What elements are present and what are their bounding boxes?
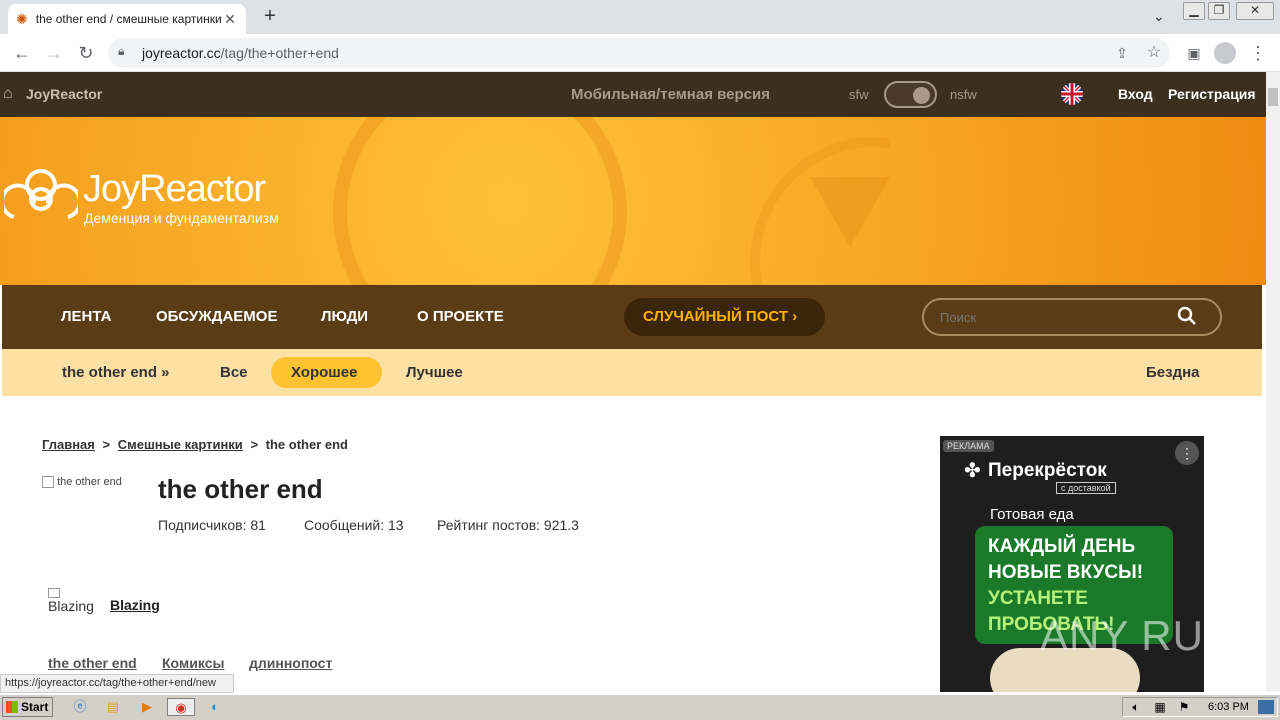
url-path: /tag/the+other+end <box>220 45 339 61</box>
breadcrumb: Главная > Смешные картинки > the other e… <box>42 437 348 452</box>
chevron-right-icon: › <box>792 308 798 325</box>
broken-image-icon <box>48 588 60 598</box>
tag-title: the other end <box>158 474 323 504</box>
ad-promo1: КАЖДЫЙ ДЕНЬ <box>988 536 1136 557</box>
side-panel-icon[interactable]: ▣ <box>1182 41 1206 65</box>
forward-icon[interactable]: → <box>42 41 66 65</box>
menu-kebab-icon[interactable]: ⋮ <box>1246 41 1270 65</box>
profile-avatar[interactable] <box>1214 42 1236 64</box>
hero-title[interactable]: JoyReactor <box>83 168 266 211</box>
minimize-button[interactable]: ▁ <box>1183 2 1205 20</box>
ad-line1: Готовая еда <box>990 506 1074 523</box>
author-link[interactable]: Blazing <box>110 597 160 613</box>
hero-subtitle: Деменция и фундаментализм <box>84 210 279 226</box>
tag-filter-link[interactable]: the other end » <box>62 364 170 381</box>
toggle-knob <box>913 87 930 104</box>
browser-tab[interactable]: ✺ the other end / смешные картинки ✕ <box>8 4 246 34</box>
post-tag[interactable]: длиннопост <box>249 655 332 671</box>
nav-people[interactable]: ЛЮДИ <box>321 308 368 325</box>
author-avatar-alt: Blazing <box>48 598 94 614</box>
home-icon[interactable]: ⌂ <box>3 85 13 103</box>
show-desktop-icon[interactable] <box>1258 700 1274 714</box>
share-icon[interactable]: ⇪ <box>1110 41 1134 65</box>
nsfw-label: nsfw <box>950 87 977 102</box>
clock[interactable]: 6:03 PM <box>1208 701 1249 713</box>
ad-label: РЕКЛАМА <box>943 440 994 452</box>
breadcrumb-home[interactable]: Главная <box>42 437 95 452</box>
nav-feed[interactable]: ЛЕНТА <box>61 308 111 325</box>
brand-link[interactable]: JoyReactor <box>26 86 102 102</box>
posts-rating: Рейтинг постов: 921.3 <box>437 517 579 533</box>
register-link[interactable]: Регистрация <box>1168 86 1256 102</box>
back-icon[interactable]: ← <box>10 41 34 65</box>
random-post-label: СЛУЧАЙНЫЙ ПОСТ <box>643 308 789 325</box>
ie-icon[interactable]: ⓔ <box>70 698 90 716</box>
hero-decoration-icon <box>333 117 890 285</box>
url-host: joyreactor.cc <box>142 45 221 61</box>
bookmark-star-icon[interactable]: ☆ <box>1142 41 1166 65</box>
post-tag[interactable]: Комиксы <box>162 655 224 671</box>
sub-nav <box>2 349 1262 396</box>
breadcrumb-current: the other end <box>265 437 348 452</box>
breadcrumb-separator: > <box>102 437 111 452</box>
scrollbar-thumb[interactable] <box>1268 88 1278 106</box>
tab-title: the other end / смешные картинки <box>35 12 222 26</box>
ad-brand-sub: с доставкой <box>1056 482 1116 494</box>
status-url: https://joyreactor.cc/tag/the+other+end/… <box>0 674 234 693</box>
volume-icon[interactable]: 🔈︎ <box>1126 698 1146 716</box>
mobile-version-link[interactable]: Мобильная/темная версия <box>571 86 770 103</box>
filter-all[interactable]: Все <box>220 364 248 381</box>
ad-brand: Перекрёсток <box>988 460 1107 481</box>
new-tab-button[interactable]: + <box>258 6 282 28</box>
random-post-button[interactable]: СЛУЧАЙНЫЙ ПОСТ › <box>624 298 825 336</box>
ad-menu-icon[interactable]: ⋮ <box>1175 441 1199 465</box>
filter-abyss[interactable]: Бездна <box>1146 364 1200 381</box>
restore-button[interactable]: ❐ <box>1208 2 1230 20</box>
nav-about[interactable]: О ПРОЕКТЕ <box>417 308 504 325</box>
uk-flag-icon[interactable] <box>1061 83 1083 105</box>
breadcrumb-separator: > <box>250 437 259 452</box>
page-scrollbar[interactable] <box>1266 72 1280 692</box>
author-avatar-placeholder[interactable]: Blazing <box>48 588 100 615</box>
tag-image-alt: the other end <box>57 476 122 488</box>
start-button[interactable]: Start <box>2 697 53 717</box>
breadcrumb-category[interactable]: Смешные картинки <box>118 437 243 452</box>
favicon-icon: ✺ <box>16 10 28 27</box>
subscribers-count: Подписчиков: 81 <box>158 517 266 533</box>
post-tag[interactable]: the other end <box>48 655 137 671</box>
lock-icon[interactable]: 🔒︎ <box>118 44 124 59</box>
tag-image-placeholder: the other end <box>42 476 122 489</box>
tab-search-icon[interactable]: ⌄ <box>1153 8 1165 25</box>
login-link[interactable]: Вход <box>1118 86 1153 102</box>
close-window-button[interactable]: ✕ <box>1236 2 1274 20</box>
filter-best[interactable]: Лучшее <box>406 364 463 381</box>
clover-logo-icon: ✤ <box>964 460 981 482</box>
edge-icon[interactable]: ◐ <box>205 698 225 716</box>
broken-image-icon <box>42 476 54 489</box>
close-tab-icon[interactable]: ✕ <box>222 11 238 28</box>
posts-count: Сообщений: 13 <box>304 517 404 533</box>
reload-icon[interactable]: ↻ <box>74 41 98 65</box>
ad-promo3: УСТАНЕТЕ <box>988 588 1088 609</box>
ad-promo2: НОВЫЕ ВКУСЫ! <box>988 562 1144 583</box>
anyrun-watermark: ANY RUN <box>1040 612 1236 659</box>
explorer-folder-icon[interactable]: ▤ <box>103 698 123 716</box>
search-input[interactable] <box>940 306 1160 328</box>
flag-notify-icon[interactable]: ⚑ <box>1174 698 1194 716</box>
search-icon[interactable] <box>1177 306 1197 331</box>
chrome-taskbar-icon[interactable]: ◉ <box>167 698 195 716</box>
sfw-label: sfw <box>849 87 869 102</box>
windows-logo-icon <box>6 701 18 713</box>
joyreactor-logo-icon[interactable] <box>4 165 78 233</box>
network-icon[interactable]: ▦ <box>1150 698 1170 716</box>
nav-discussed[interactable]: ОБСУЖДАЕМОЕ <box>156 308 277 325</box>
media-player-icon[interactable]: ▶ <box>137 698 157 716</box>
url-text[interactable]: joyreactor.cc/tag/the+other+end <box>142 45 339 61</box>
site-topbar: ⌂ JoyReactor Мобильная/темная версия sfw… <box>0 72 1266 117</box>
start-label: Start <box>21 700 49 714</box>
filter-good[interactable]: Хорошее <box>291 364 357 381</box>
